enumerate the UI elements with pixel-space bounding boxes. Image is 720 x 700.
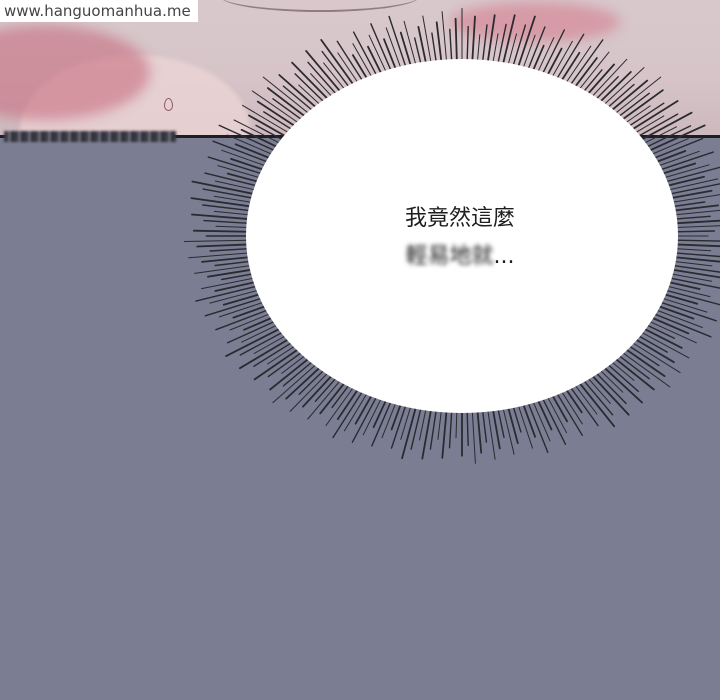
burst-spike	[183, 239, 256, 242]
ellipsis: ...	[493, 244, 515, 269]
burst-spike	[422, 15, 433, 69]
burst-spike	[233, 119, 287, 147]
speech-bubble-burst	[183, 8, 720, 464]
burst-spike	[196, 243, 256, 248]
burst-spike	[441, 11, 448, 67]
burst-spike	[575, 51, 610, 95]
burst-spike	[190, 213, 257, 221]
burst-spike	[421, 403, 433, 460]
burst-spike	[410, 402, 423, 450]
burst-spike	[471, 15, 476, 68]
bubble-line-2: 輕易地就...	[406, 238, 515, 276]
burst-spike	[207, 156, 269, 177]
burst-spike	[351, 391, 380, 443]
burst-spike	[371, 395, 394, 447]
bubble-line-1: 我竟然這麼	[404, 206, 515, 231]
burst-spike	[194, 264, 259, 274]
burst-spike	[285, 362, 326, 400]
burst-spike	[370, 23, 394, 77]
burst-spike	[190, 197, 259, 209]
burst-spike	[192, 229, 256, 233]
burst-spike	[500, 14, 516, 71]
burst-spike	[476, 404, 483, 454]
burst-spike	[501, 402, 515, 455]
obscured-text: 輕易地就	[405, 244, 494, 269]
burst-spike	[471, 405, 476, 464]
burst-spike	[525, 396, 549, 454]
watermark: www.hanguomanhua.me	[0, 0, 198, 22]
burst-spike	[325, 382, 358, 426]
burst-spike	[332, 385, 367, 439]
speech-bubble-text: 我竟然這麼 輕易地就...	[320, 200, 600, 276]
burst-spike	[662, 183, 720, 197]
burst-spike	[441, 404, 448, 459]
burst-spike	[454, 17, 458, 67]
burst-spike	[619, 344, 666, 378]
burst-spike	[562, 45, 592, 88]
